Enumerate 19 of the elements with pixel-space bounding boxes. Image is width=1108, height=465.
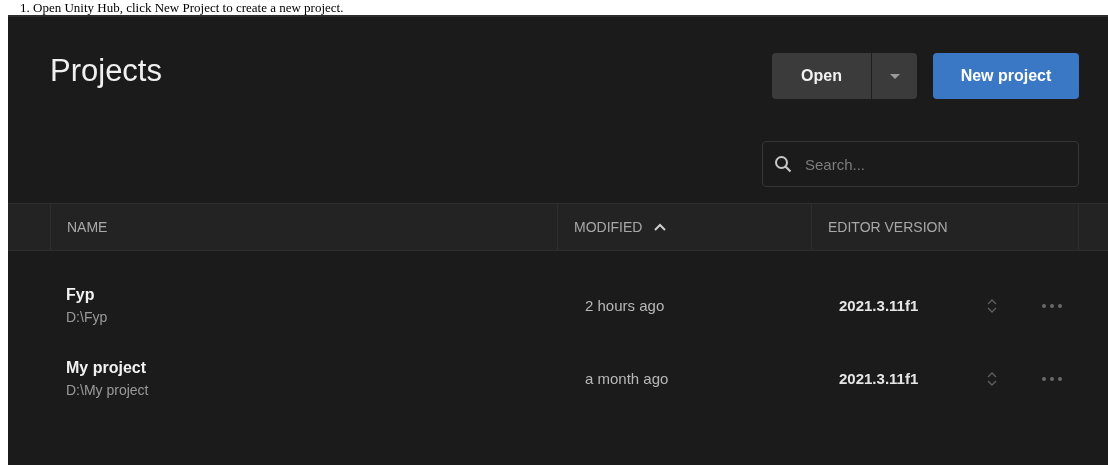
project-path: D:\My project — [66, 382, 150, 398]
column-header[interactable]: EDITOR VERSION — [828, 219, 948, 235]
sort-up-icon[interactable] — [654, 223, 667, 231]
instruction-text: 1. Open Unity Hub, click New Project to create a new project. — [19, 0, 345, 15]
column-header[interactable]: MODIFIED — [574, 219, 643, 235]
project-name[interactable]: My project — [66, 359, 573, 377]
open-button[interactable]: Open — [772, 53, 871, 99]
modified-time: 2 hours ago — [584, 297, 666, 314]
editor-version: 2021.3.11f1 — [838, 297, 920, 314]
column-header[interactable]: NAME — [67, 219, 108, 235]
project-path: D:\Fyp — [66, 309, 109, 325]
search-field[interactable]: Search... — [762, 141, 1079, 187]
modified-time: a month ago — [584, 370, 670, 387]
page-title: Projects — [50, 53, 162, 89]
new-project-button[interactable]: New project — [933, 53, 1079, 99]
caret-icon — [889, 73, 900, 79]
project-name[interactable]: Fyp — [66, 286, 573, 304]
editor-version: 2021.3.11f1 — [838, 370, 920, 387]
search-icon — [774, 155, 792, 173]
